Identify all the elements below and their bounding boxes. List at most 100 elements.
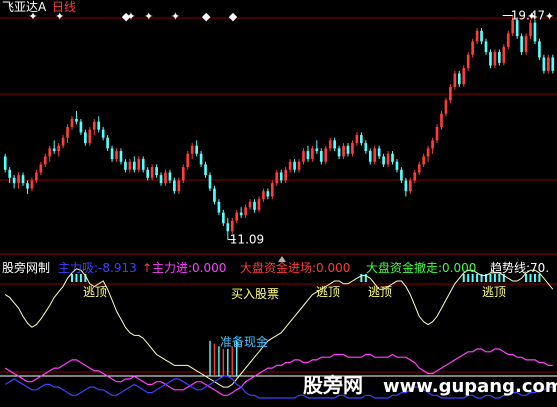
candle-body (66, 127, 69, 138)
candle-body (39, 164, 43, 173)
candle-body (26, 183, 29, 189)
candle-body (319, 151, 323, 162)
candle-body (546, 57, 550, 71)
candle-body (186, 153, 190, 168)
candle-body (3, 156, 7, 170)
candle-body (253, 201, 256, 210)
candle-body (173, 180, 176, 192)
candle-body (351, 143, 354, 154)
candle-body (84, 132, 87, 144)
top-bar (79, 274, 82, 282)
candle-body (8, 169, 12, 178)
period-label: 日线 (52, 0, 76, 14)
price-header: 飞亚达A 日线 (2, 0, 76, 14)
candle-body (266, 191, 270, 197)
candle-body (315, 148, 319, 152)
legend-value: 0.000 (192, 261, 226, 275)
candle-body (533, 22, 537, 42)
candle-body (257, 199, 261, 210)
candle-body (538, 41, 541, 58)
candle-body (195, 145, 198, 154)
candle-body (217, 201, 221, 213)
diamond-marker-icon: ◆ (202, 10, 211, 23)
candle-body (21, 175, 25, 184)
legend-item-3: 大盘资金撤走:0.000 (366, 260, 476, 275)
diamond-marker-icon: ✦ (144, 10, 153, 23)
candle-body (542, 57, 546, 71)
candle-body (422, 156, 426, 165)
diamond-marker-icon: ✦ (126, 10, 135, 23)
candle-body (480, 30, 483, 42)
candle-body (457, 73, 461, 85)
candle-body (408, 180, 412, 192)
candle-body (529, 22, 532, 37)
candle-body (230, 220, 234, 232)
watermark-cn: 股旁网 (303, 373, 363, 397)
candle-body (453, 73, 457, 87)
diamond-marker-icon: ◆ (229, 10, 238, 23)
legend-label: 主力吸: (58, 261, 98, 275)
top-bar (71, 274, 73, 282)
escape-top-label: 逃顶 (482, 285, 506, 299)
candle-body (368, 151, 372, 162)
candle-body (262, 191, 265, 200)
candle-body (110, 148, 114, 160)
stock-name: 飞亚达A (2, 0, 47, 14)
legend-value: 0.000 (316, 261, 350, 275)
candle-body (128, 161, 132, 170)
candle-body (382, 156, 385, 165)
candle-body (30, 180, 34, 189)
candle-body (440, 113, 443, 127)
candle-body (146, 169, 150, 178)
candle-body (132, 161, 136, 170)
top-bar (476, 274, 479, 282)
candle-body (524, 36, 528, 53)
legend-label: 趋势线: (490, 261, 530, 275)
candle-body (373, 148, 377, 162)
candle-body (208, 175, 212, 189)
candle-body (364, 143, 368, 152)
legend-item-4: 趋势线:70. (490, 261, 549, 275)
candle-body (431, 140, 434, 149)
candle-body (449, 86, 452, 101)
candle-body (248, 201, 252, 208)
top-bar (462, 274, 465, 282)
candle-body (101, 129, 105, 138)
candle-body (181, 167, 185, 181)
top-bar (525, 274, 528, 282)
indicator-header: 股旁网制 主力吸:-8.913 ↑ 主力进:0.000 大盘资金进场:0.000… (2, 260, 549, 275)
candle-body (484, 41, 488, 53)
candle-body (222, 212, 225, 224)
diamond-marker-icon: ✦ (545, 10, 554, 23)
candle-body (333, 140, 336, 149)
top-bar (471, 274, 474, 282)
diamond-marker-icon: ✦ (171, 10, 180, 23)
candle-body (75, 118, 78, 122)
candle-body (386, 153, 390, 165)
candle-body (284, 169, 288, 181)
legend-value: 70. (530, 261, 549, 275)
candle-body (92, 121, 96, 130)
candle-body (177, 180, 181, 192)
top-bar (533, 274, 536, 282)
legend-label: 大盘资金撤走: (366, 260, 442, 275)
candle-body (502, 46, 506, 63)
candle-body (342, 145, 345, 157)
legend-item-0: 主力吸:-8.913 (58, 261, 137, 275)
candle-body (324, 148, 328, 162)
candle-body (35, 172, 38, 181)
candle-body (395, 161, 399, 170)
candle-body (426, 148, 430, 157)
low-marker-label: 11.09 (230, 233, 264, 247)
candle-body (106, 137, 109, 149)
candle-body (493, 52, 497, 66)
candle-body (360, 135, 363, 144)
stock-chart: ✦ ✦ ◆✦ ✦ ✦ ◆ ◆ ✦ ✦ 飞亚达A 日线 19.47 11.09 股旁网制 主力吸:… (0, 0, 557, 407)
legend-item-1: 主力进:0.000 (152, 261, 226, 275)
candle-body (489, 52, 492, 66)
candle-body (520, 36, 523, 53)
candle-body (275, 172, 279, 184)
buy-stock-label: 买入股票 (231, 287, 279, 301)
legend-item-2: 大盘资金进场:0.000 (240, 260, 350, 275)
candle-body (466, 54, 470, 69)
